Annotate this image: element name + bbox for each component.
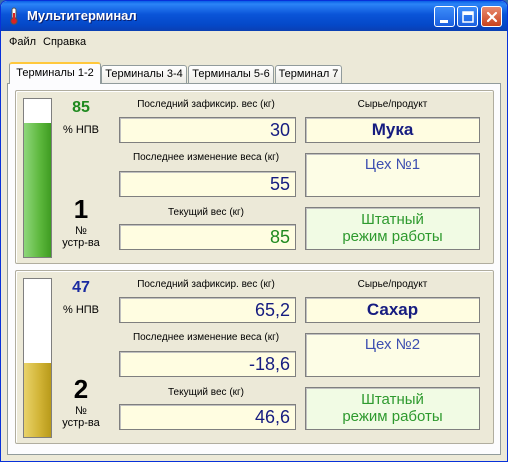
device-number-1: 1 xyxy=(73,194,89,224)
last-fixed-weight-value-2: 65,2 xyxy=(119,297,296,323)
last-change-label-1: Последнее изменение веса (кг) xyxy=(132,152,280,163)
device-panel-1: 85 % НПВ 1 № устр-ва Последний зафиксир.… xyxy=(15,90,494,264)
tab-terminals-3-4[interactable]: Терминалы 3-4 xyxy=(101,65,187,83)
raw-material-label-2: Сырье/продукт xyxy=(357,279,428,290)
last-fixed-weight-label-2: Последний зафиксир. вес (кг) xyxy=(137,279,275,290)
shop-value-2: Цех №2 xyxy=(305,333,480,377)
mode-line1-2: Штатный xyxy=(361,391,424,408)
mode-line2-2: режим работы xyxy=(342,408,443,425)
window-title: Мультитерминал xyxy=(27,8,137,23)
last-change-value-2: -18,6 xyxy=(119,351,296,377)
mode-line2-1: режим работы xyxy=(342,228,443,245)
maximize-button[interactable] xyxy=(457,6,478,27)
title-bar[interactable]: Мультитерминал xyxy=(1,1,507,31)
close-icon xyxy=(486,11,498,23)
menu-help[interactable]: Справка xyxy=(43,36,86,48)
tab-terminals-5-6[interactable]: Терминалы 5-6 xyxy=(188,65,274,83)
thermometer-icon xyxy=(7,7,21,25)
current-weight-label-1: Текущий вес (кг) xyxy=(168,207,244,218)
device-no-sign-2: № xyxy=(75,405,87,417)
percent-value-1: 85 xyxy=(72,99,90,116)
menu-file[interactable]: Файл xyxy=(9,36,36,48)
current-weight-label-2: Текущий вес (кг) xyxy=(168,387,244,398)
last-fixed-weight-value-1: 30 xyxy=(119,117,296,143)
fill-gauge-2 xyxy=(23,278,52,438)
product-value-1: Мука xyxy=(305,117,480,143)
device-no-sign-1: № xyxy=(75,225,87,237)
tab-panel: 85 % НПВ 1 № устр-ва Последний зафиксир.… xyxy=(7,83,501,455)
mode-line1-1: Штатный xyxy=(361,211,424,228)
raw-material-label-1: Сырье/продукт xyxy=(357,99,428,110)
current-weight-value-2: 46,6 xyxy=(119,404,296,430)
fill-gauge-1 xyxy=(23,98,52,258)
close-button[interactable] xyxy=(481,6,502,27)
shop-value-1: Цех №1 xyxy=(305,153,480,197)
percent-unit-label-2: % НПВ xyxy=(62,304,100,316)
tab-terminals-1-2[interactable]: Терминалы 1-2 xyxy=(9,62,101,84)
percent-value-2: 47 xyxy=(72,279,90,296)
gauge-fill-bar-2 xyxy=(24,362,51,437)
last-change-value-1: 55 xyxy=(119,171,296,197)
menu-bar: Файл Справка xyxy=(1,31,507,53)
last-fixed-weight-label-1: Последний зафиксир. вес (кг) xyxy=(137,99,275,110)
current-weight-value-1: 85 xyxy=(119,224,296,250)
mode-value-2: Штатный режим работы xyxy=(305,387,480,430)
minimize-icon xyxy=(440,20,448,23)
device-word-2: устр-ва xyxy=(62,417,100,429)
device-number-caption-1: № устр-ва xyxy=(56,225,106,249)
device-number-caption-2: № устр-ва xyxy=(56,405,106,429)
device-word-1: устр-ва xyxy=(62,237,100,249)
device-number-2: 2 xyxy=(73,374,89,404)
maximize-icon xyxy=(462,11,474,23)
mode-value-1: Штатный режим работы xyxy=(305,207,480,250)
product-value-2: Сахар xyxy=(305,297,480,323)
percent-unit-label-1: % НПВ xyxy=(62,124,100,136)
device-panel-2: 47 % НПВ 2 № устр-ва Последний зафиксир.… xyxy=(15,270,494,444)
last-change-label-2: Последнее изменение веса (кг) xyxy=(132,332,280,343)
minimize-button[interactable] xyxy=(434,6,455,27)
tab-terminal-7[interactable]: Терминал 7 xyxy=(275,65,342,83)
gauge-fill-bar-1 xyxy=(24,122,51,257)
tab-control: Терминалы 1-2 Терминалы 3-4 Терминалы 5-… xyxy=(7,61,501,455)
app-window: Мультитерминал Файл Справка Терминалы 1-… xyxy=(0,0,508,462)
